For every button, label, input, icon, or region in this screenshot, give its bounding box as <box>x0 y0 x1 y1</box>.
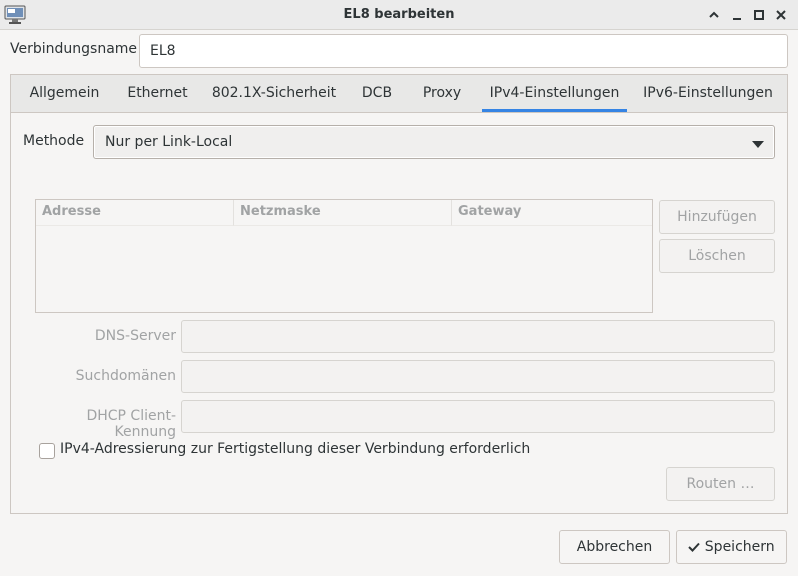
tab-bar: Allgemein Ethernet 802.1X-Sicherheit DCB… <box>11 75 787 113</box>
tab-general[interactable]: Allgemein <box>20 75 109 112</box>
close-icon[interactable] <box>771 5 791 25</box>
maximize-up-icon[interactable] <box>704 5 724 25</box>
add-button[interactable]: Hinzufügen <box>659 200 775 234</box>
delete-button[interactable]: Löschen <box>659 239 775 273</box>
column-header-address[interactable]: Adresse <box>36 200 234 226</box>
window-title: EL8 bearbeiten <box>343 7 455 22</box>
title-bar: EL8 bearbeiten <box>0 0 798 30</box>
dropdown-arrow-icon <box>751 137 765 148</box>
save-button[interactable]: Speichern <box>676 530 787 564</box>
method-value: Nur per Link-Local <box>105 134 233 150</box>
tab-ethernet[interactable]: Ethernet <box>119 75 196 112</box>
tab-proxy[interactable]: Proxy <box>412 75 472 112</box>
checkmark-icon <box>688 539 704 555</box>
method-label: Methode <box>23 133 85 149</box>
method-dropdown[interactable]: Nur per Link-Local <box>93 125 775 159</box>
require-ipv4-label[interactable]: IPv4-Adressierung zur Fertigstellung die… <box>60 441 530 457</box>
search-domains-label: Suchdomänen <box>75 368 176 384</box>
minimize-icon[interactable] <box>727 5 747 25</box>
column-header-netmask[interactable]: Netzmaske <box>234 200 452 226</box>
connection-name-label: Verbindungsname <box>10 41 138 57</box>
save-button-label: Speichern <box>704 539 775 555</box>
tab-ipv6-settings[interactable]: IPv6-Einstellungen <box>637 75 779 112</box>
tab-8021x-security[interactable]: 802.1X-Sicherheit <box>206 75 342 112</box>
settings-notebook: Allgemein Ethernet 802.1X-Sicherheit DCB… <box>10 74 788 514</box>
routes-button[interactable]: Routen … <box>666 467 775 501</box>
dns-server-input[interactable] <box>181 320 775 353</box>
tab-dcb[interactable]: DCB <box>354 75 400 112</box>
dhcp-client-id-input[interactable] <box>181 400 775 433</box>
cancel-button[interactable]: Abbrechen <box>559 530 670 564</box>
restore-icon[interactable] <box>749 5 769 25</box>
dns-server-label: DNS-Server <box>94 328 176 344</box>
search-domains-input[interactable] <box>181 360 775 393</box>
column-header-gateway[interactable]: Gateway <box>452 200 652 226</box>
address-table[interactable]: Adresse Netzmaske Gateway <box>35 199 653 313</box>
connection-name-input[interactable]: EL8 <box>139 34 788 68</box>
require-ipv4-checkbox[interactable] <box>39 443 55 459</box>
tab-ipv4-settings[interactable]: IPv4-Einstellungen <box>482 75 627 112</box>
dhcp-client-id-label: DHCP Client-Kennung <box>86 408 176 440</box>
